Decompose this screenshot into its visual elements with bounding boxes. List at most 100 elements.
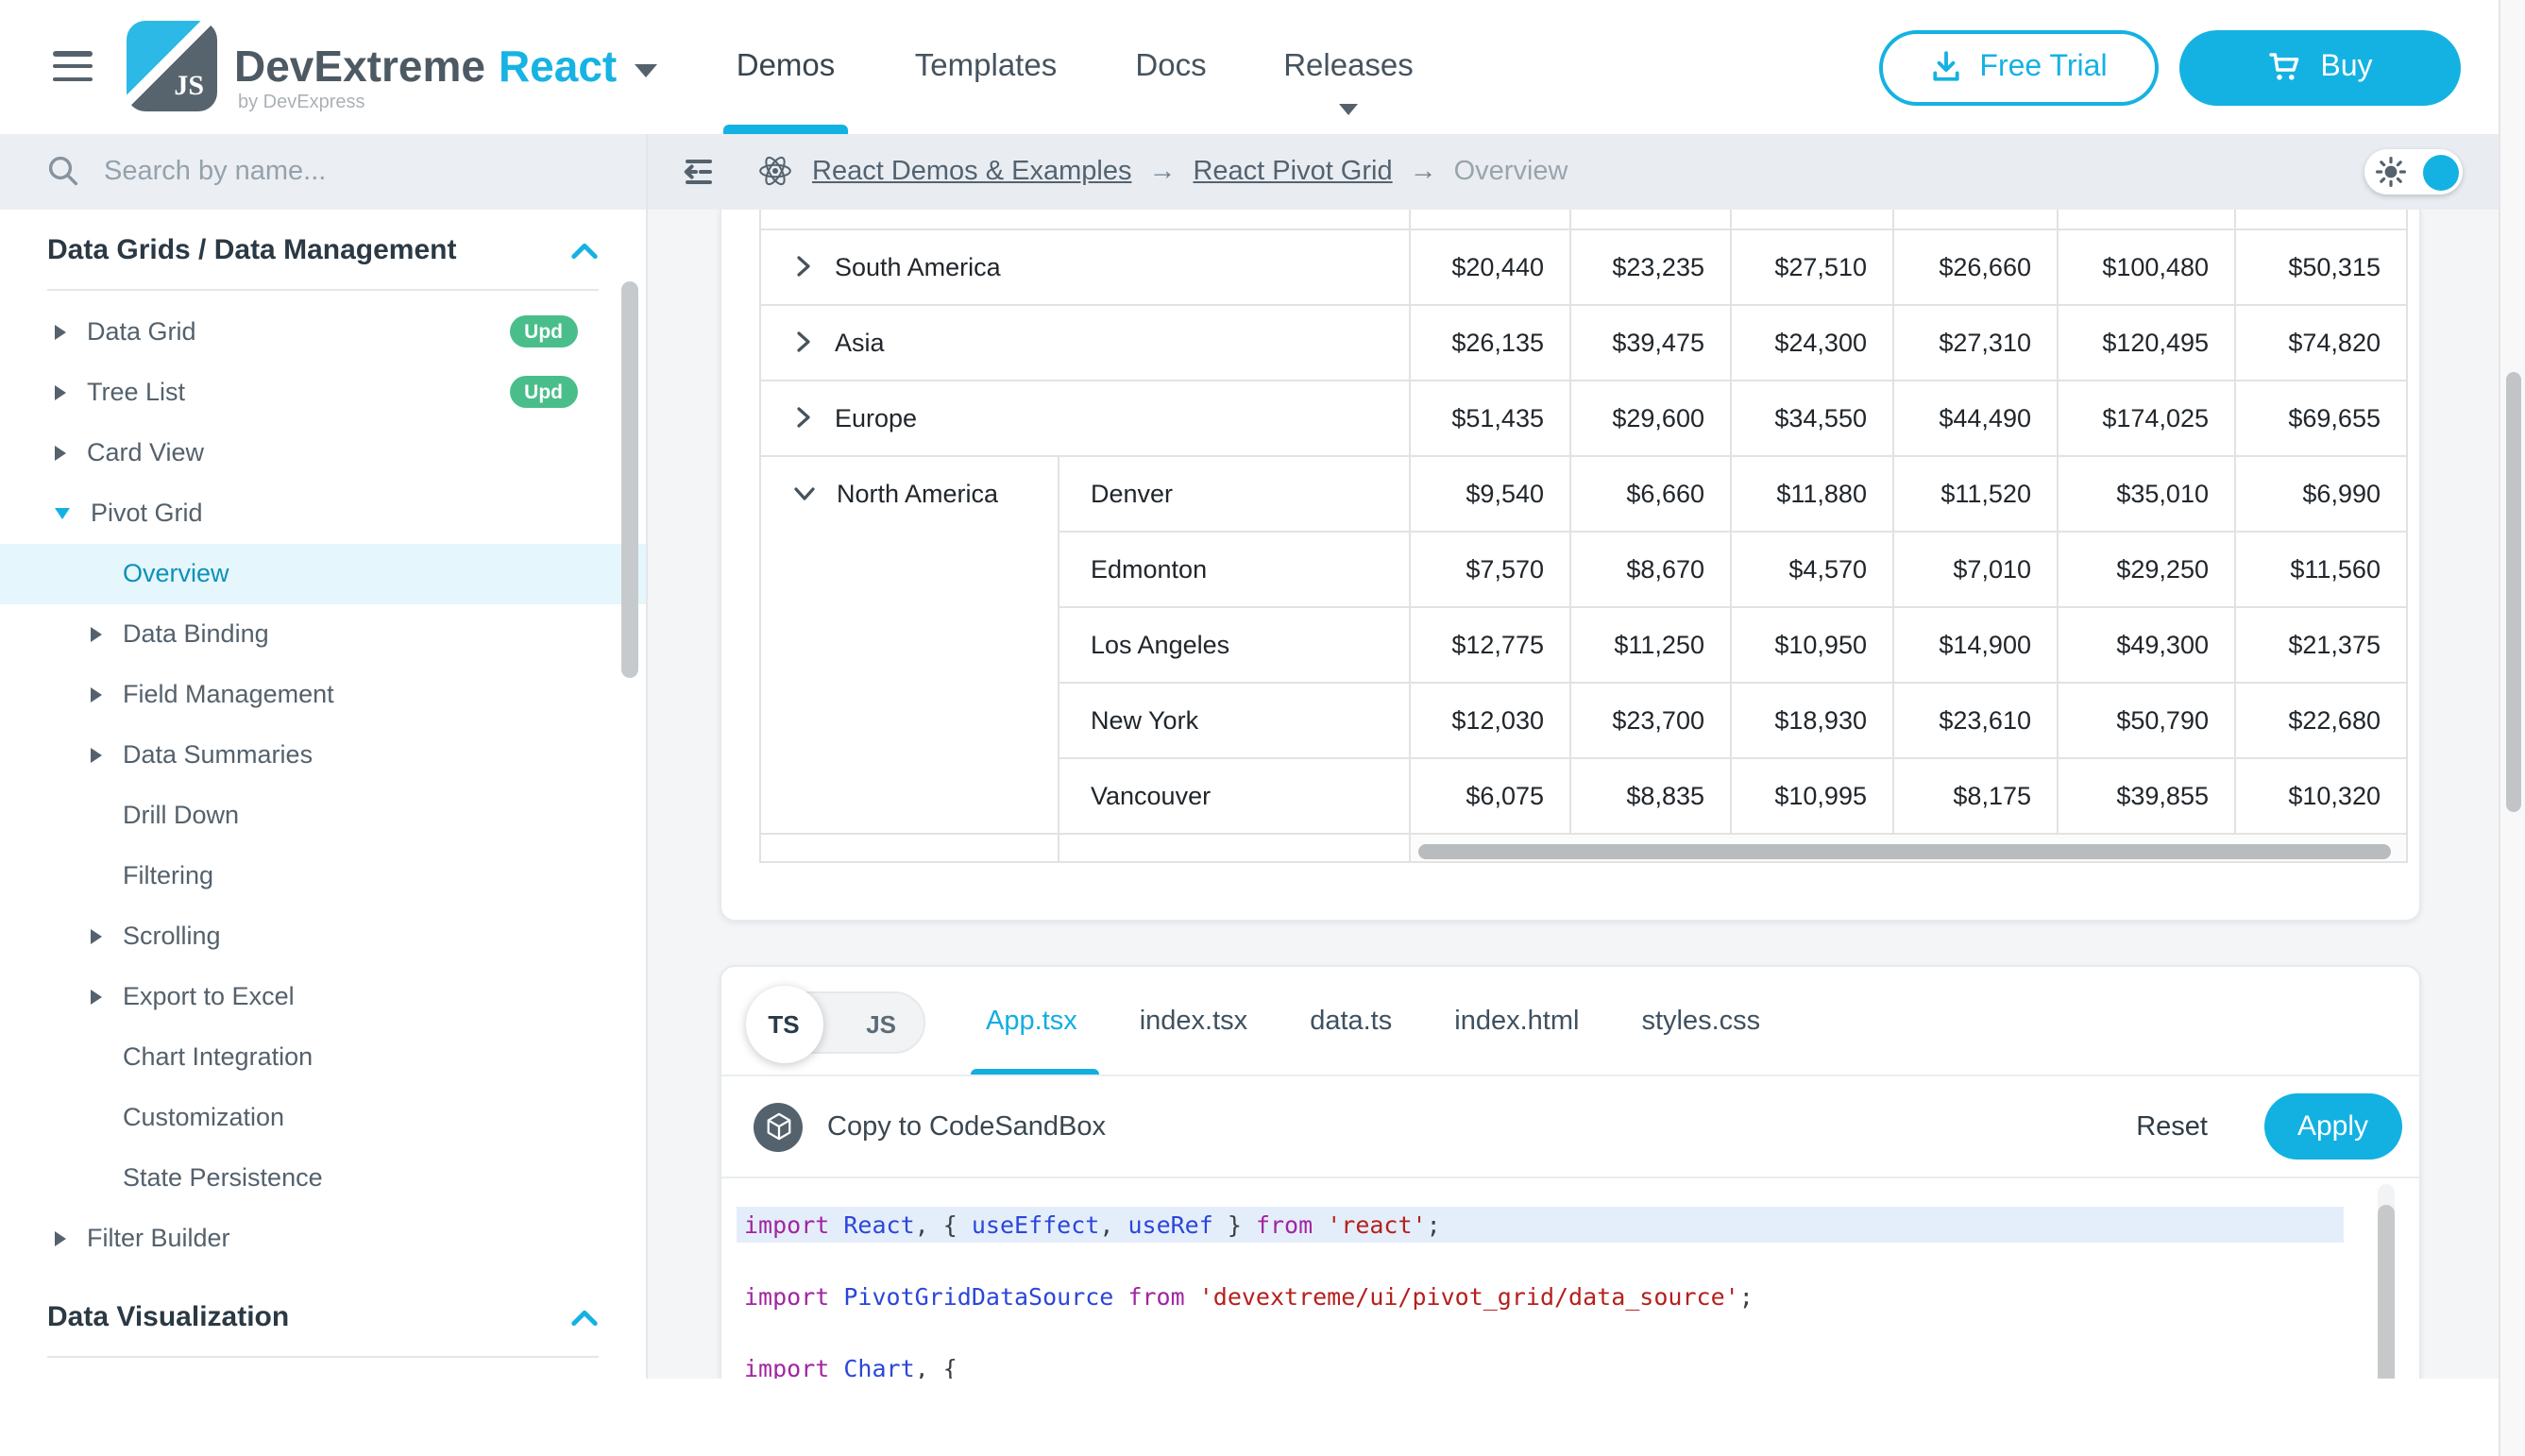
expand-right-icon[interactable] (91, 928, 102, 943)
chevron-down-icon[interactable] (634, 64, 656, 77)
cell-value[interactable]: $27,510 (1730, 229, 1892, 305)
cell-value[interactable]: $27,310 (1892, 305, 2057, 381)
cell-value[interactable]: $9,540 (1409, 456, 1569, 532)
code-editor[interactable]: import React, { useEffect, useRef } from… (721, 1179, 2419, 1378)
horizontal-scrollbar[interactable] (1417, 845, 2390, 859)
expand-right-icon[interactable] (55, 324, 66, 339)
expand-down-icon[interactable] (55, 507, 70, 518)
cell-value[interactable]: $26,660 (1892, 229, 2057, 305)
cell-value[interactable]: $7,570 (1409, 532, 1569, 607)
cell-value[interactable]: $11,560 (2234, 532, 2406, 607)
cell-value[interactable]: $23,235 (1569, 229, 1730, 305)
cell-value[interactable]: $74,820 (2234, 305, 2406, 381)
expand-right-icon[interactable] (91, 747, 102, 762)
cell-value[interactable]: $35,010 (2057, 456, 2234, 532)
copy-to-codesandbox-label[interactable]: Copy to CodeSandBox (827, 1112, 1106, 1143)
page-scrollbar[interactable] (2498, 0, 2525, 1456)
toggle-knob[interactable] (2422, 154, 2458, 190)
nav-demos[interactable]: Demos (737, 0, 836, 134)
expand-right-icon[interactable] (55, 384, 66, 399)
brand-title[interactable]: DevExtremeReact (234, 42, 656, 93)
cell-value[interactable]: $12,775 (1409, 607, 1569, 683)
cell-value[interactable]: $8,835 (1569, 758, 1730, 834)
sidebar-item-filter-builder[interactable]: Filter Builder (0, 1208, 646, 1268)
nav-templates[interactable]: Templates (915, 0, 1057, 134)
sidebar-item-drill-down[interactable]: Drill Down (0, 785, 646, 845)
sidebar-item-scrolling[interactable]: Scrolling (0, 906, 646, 966)
cell-value[interactable]: $120,495 (2057, 305, 2234, 381)
language-toggle[interactable]: TS JS (747, 990, 924, 1053)
collapse-sidebar-icon[interactable] (680, 157, 718, 187)
js-option[interactable]: JS (866, 992, 896, 1055)
nav-docs[interactable]: Docs (1135, 0, 1206, 134)
free-trial-button[interactable]: Free Trial (1879, 29, 2159, 105)
cell-value[interactable]: $20,440 (1409, 229, 1569, 305)
cell-value[interactable]: $100,480 (2057, 229, 2234, 305)
cell-value[interactable]: $29,250 (2057, 532, 2234, 607)
sidebar-item-overview[interactable]: Overview (0, 543, 646, 603)
cell-value[interactable]: $39,855 (2057, 758, 2234, 834)
ts-option[interactable]: TS (745, 985, 822, 1062)
expand-right-icon[interactable] (91, 626, 102, 641)
js-logo[interactable]: JS (127, 21, 217, 111)
section-data-grids[interactable]: Data Grids / Data Management (0, 220, 646, 280)
cell-value[interactable]: $44,490 (1892, 381, 2057, 456)
sidebar-item-data-binding[interactable]: Data Binding (0, 603, 646, 664)
expand-row-icon[interactable] (793, 255, 814, 278)
cell-value[interactable]: $11,250 (1569, 607, 1730, 683)
cell-value[interactable]: $174,025 (2057, 381, 2234, 456)
city-label[interactable]: Denver (1058, 456, 1409, 532)
cell-value[interactable]: $29,600 (1569, 381, 1730, 456)
sidebar-item-tree-list[interactable]: Tree ListUpd (0, 362, 646, 422)
cell-value[interactable]: $11,520 (1892, 456, 2057, 532)
code-scrollbar-thumb[interactable] (2378, 1204, 2395, 1378)
tab-styles-css[interactable]: styles.css (1641, 1007, 1760, 1037)
tab-app-tsx[interactable]: App.tsx (986, 1007, 1077, 1037)
cell-value[interactable]: $26,135 (1409, 305, 1569, 381)
cell-value[interactable]: $50,315 (2234, 229, 2406, 305)
sidebar-item-chart-integration[interactable]: Chart Integration (0, 1026, 646, 1087)
expand-row-icon[interactable] (793, 406, 814, 429)
sidebar-item-field-management[interactable]: Field Management (0, 664, 646, 724)
cell-value[interactable]: $69,655 (2234, 381, 2406, 456)
codesandbox-icon[interactable] (754, 1103, 803, 1152)
cell-value[interactable]: $49,300 (2057, 607, 2234, 683)
releases-dropdown-caret-icon[interactable] (1339, 104, 1358, 115)
buy-button[interactable]: Buy (2179, 29, 2461, 105)
cell-value[interactable]: $12,030 (1409, 683, 1569, 758)
cell-value[interactable]: $23,610 (1892, 683, 2057, 758)
cell-value[interactable]: $18,930 (1730, 683, 1892, 758)
cell-value[interactable]: $21,375 (2234, 607, 2406, 683)
sidebar-item-customization[interactable]: Customization (0, 1087, 646, 1147)
cell-value[interactable]: $10,950 (1730, 607, 1892, 683)
expand-right-icon[interactable] (91, 989, 102, 1004)
sidebar-item-data-grid[interactable]: Data GridUpd (0, 301, 646, 362)
cell-value[interactable]: $8,670 (1569, 532, 1730, 607)
theme-toggle[interactable] (2364, 149, 2463, 195)
cell-value[interactable]: $50,790 (2057, 683, 2234, 758)
sidebar-item-export-to-excel[interactable]: Export to Excel (0, 966, 646, 1026)
hamburger-menu-icon[interactable] (53, 51, 93, 90)
sidebar-item-filtering[interactable]: Filtering (0, 845, 646, 906)
city-label[interactable]: Vancouver (1058, 758, 1409, 834)
cell-value[interactable]: $11,880 (1730, 456, 1892, 532)
cell-value[interactable]: $22,680 (2234, 683, 2406, 758)
city-label[interactable]: Los Angeles (1058, 607, 1409, 683)
sidebar-scrollbar[interactable] (621, 281, 638, 678)
cell-value[interactable]: $23,700 (1569, 683, 1730, 758)
sidebar-item-state-persistence[interactable]: State Persistence (0, 1147, 646, 1208)
expand-row-icon[interactable] (793, 330, 814, 353)
cell-value[interactable]: $6,075 (1409, 758, 1569, 834)
sidebar-item-pivot-grid[interactable]: Pivot Grid (0, 483, 646, 543)
cell-value[interactable]: $34,550 (1730, 381, 1892, 456)
cell-value[interactable]: $14,900 (1892, 607, 2057, 683)
city-label[interactable]: Edmonton (1058, 532, 1409, 607)
cell-value[interactable]: $10,320 (2234, 758, 2406, 834)
cell-value[interactable]: $7,010 (1892, 532, 2057, 607)
city-label[interactable]: New York (1058, 683, 1409, 758)
section-data-visualization[interactable]: Data Visualization (0, 1287, 646, 1347)
cell-value[interactable]: $51,435 (1409, 381, 1569, 456)
search-input[interactable] (104, 157, 519, 187)
tab-data-ts[interactable]: data.ts (1310, 1007, 1392, 1037)
chevron-up-icon[interactable] (570, 241, 599, 260)
